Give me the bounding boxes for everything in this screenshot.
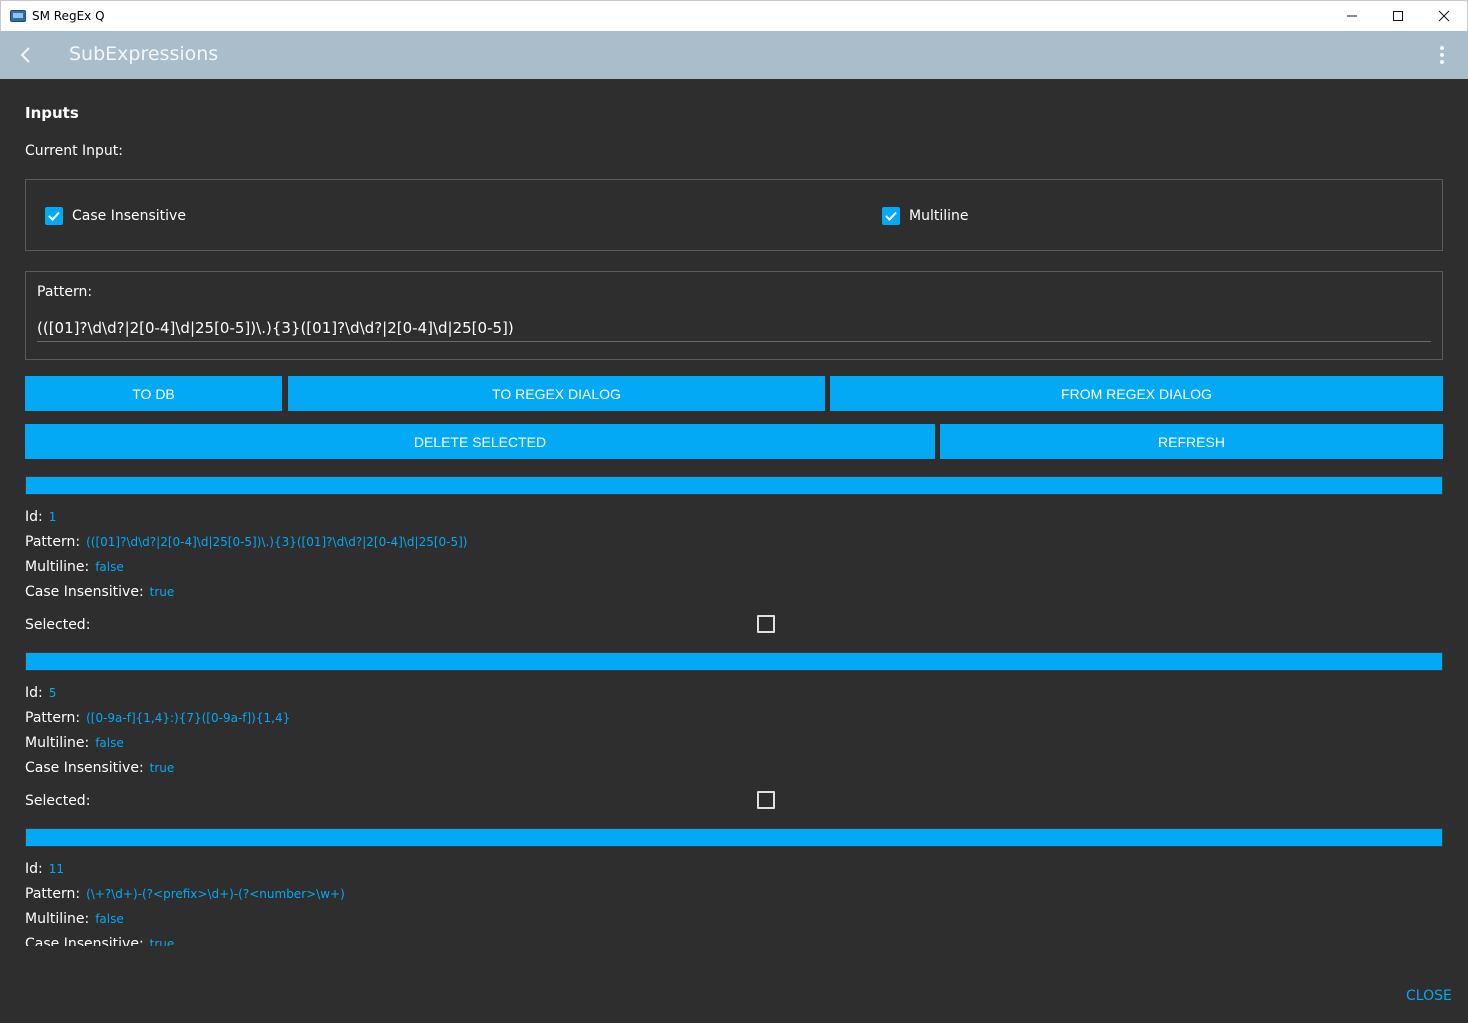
case-insensitive-label: Case Insensitive: (25, 760, 144, 776)
record-id-row: Id: 5 (25, 685, 56, 701)
case-insensitive-value: true (149, 585, 175, 599)
delete-selected-button[interactable]: DELETE SELECTED (25, 424, 935, 459)
pattern-label: Pattern: (25, 886, 81, 902)
more-vertical-icon (1440, 46, 1444, 64)
records-list[interactable]: Id: 1 Pattern: (([01]?\d\d?|2[0-4]\d|25[0-… (0, 476, 1468, 946)
record-header-bar (25, 476, 1443, 495)
record-selected-checkbox[interactable] (757, 615, 775, 633)
to-regex-dialog-button[interactable]: TO REGEX DIALOG (288, 376, 825, 411)
record-selected-row: Selected: (25, 793, 90, 809)
record-id-row: Id: 11 (25, 861, 64, 877)
id-value: 5 (48, 686, 57, 700)
id-value: 11 (48, 862, 65, 876)
case-insensitive-checkbox[interactable]: Case Insensitive (45, 207, 186, 225)
from-regex-dialog-button[interactable]: FROM REGEX DIALOG (830, 376, 1443, 411)
id-label: Id: (25, 861, 43, 877)
selected-label: Selected: (25, 793, 91, 809)
record-selected-row: Selected: (25, 617, 90, 633)
maximize-button[interactable] (1375, 1, 1421, 31)
window-close-button[interactable] (1421, 1, 1467, 31)
close-button[interactable]: CLOSE (1406, 988, 1452, 1004)
maximize-icon (1393, 11, 1403, 21)
id-value: 1 (48, 510, 57, 524)
pattern-value: ([0-9a-f]{1,4}:){7}([0-9a-f]){1,4} (86, 711, 291, 725)
flags-panel: Case Insensitive Multiline (25, 179, 1443, 251)
pattern-value: (\+?\d+)-(?<prefix>\d+)-(?<number>\w+) (86, 887, 345, 901)
pattern-input[interactable] (37, 314, 1431, 342)
case-insensitive-value: true (149, 937, 175, 946)
record-header-bar (25, 828, 1443, 847)
multiline-value: false (95, 560, 124, 574)
multiline-label: Multiline: (25, 559, 90, 575)
check-icon (885, 211, 897, 221)
pattern-label: Pattern: (25, 534, 81, 550)
minimize-button[interactable] (1329, 1, 1375, 31)
window-controls (1329, 1, 1467, 31)
record-id-row: Id: 1 (25, 509, 56, 525)
current-input-label: Current Input: (25, 143, 123, 159)
record-multiline-row: Multiline: false (25, 559, 124, 575)
record-pattern-row: Pattern: (\+?\d+)-(?<prefix>\d+)-(?<numbe… (25, 886, 345, 902)
check-icon (48, 211, 60, 221)
case-insensitive-value: true (149, 761, 175, 775)
window-titlebar: SM RegEx Q (0, 0, 1468, 31)
pattern-label: Pattern: (25, 710, 81, 726)
app-icon (10, 10, 26, 22)
window-title: SM RegEx Q (32, 9, 105, 23)
multiline-label: Multiline: (25, 911, 90, 927)
selected-label: Selected: (25, 617, 91, 633)
record-case-row: Case Insensitive: true (25, 584, 174, 600)
multiline-label: Multiline: (25, 735, 90, 751)
multiline-checkbox[interactable]: Multiline (882, 207, 969, 225)
record-case-row: Case Insensitive: true (25, 936, 174, 946)
record-pattern-row: Pattern: (([01]?\d\d?|2[0-4]\d|25[0-5])\.… (25, 534, 467, 550)
close-icon (1438, 10, 1450, 22)
id-label: Id: (25, 685, 43, 701)
page-title: SubExpressions (69, 43, 219, 65)
case-insensitive-label: Case Insensitive: (25, 936, 144, 946)
record-selected-checkbox[interactable] (757, 791, 775, 809)
to-db-button[interactable]: TO DB (25, 376, 282, 411)
record-multiline-row: Multiline: false (25, 735, 124, 751)
back-button[interactable] (14, 43, 38, 67)
app-bar: SubExpressions (0, 31, 1468, 79)
minimize-icon (1347, 15, 1357, 17)
record-pattern-row: Pattern: ([0-9a-f]{1,4}:){7}([0-9a-f]){1,… (25, 710, 290, 726)
multiline-value: false (95, 912, 124, 926)
record-header-bar (25, 652, 1443, 671)
record-case-row: Case Insensitive: true (25, 760, 174, 776)
pattern-label: Pattern: (37, 284, 93, 300)
inputs-heading: Inputs (25, 104, 79, 122)
pattern-value: (([01]?\d\d?|2[0-4]\d|25[0-5])\.){3}([01… (86, 535, 468, 549)
id-label: Id: (25, 509, 43, 525)
refresh-button[interactable]: REFRESH (940, 424, 1443, 459)
checkbox-checked[interactable] (45, 207, 63, 225)
case-insensitive-label: Case Insensitive (72, 208, 186, 224)
multiline-value: false (95, 736, 124, 750)
pattern-panel: Pattern: (25, 271, 1443, 360)
overflow-menu-button[interactable] (1430, 43, 1454, 67)
checkbox-checked[interactable] (882, 207, 900, 225)
content-area: Inputs Current Input: Case Insensitive M… (0, 79, 1468, 1023)
chevron-left-icon (20, 47, 30, 63)
multiline-label: Multiline (909, 208, 969, 224)
case-insensitive-label: Case Insensitive: (25, 584, 144, 600)
record-multiline-row: Multiline: false (25, 911, 124, 927)
